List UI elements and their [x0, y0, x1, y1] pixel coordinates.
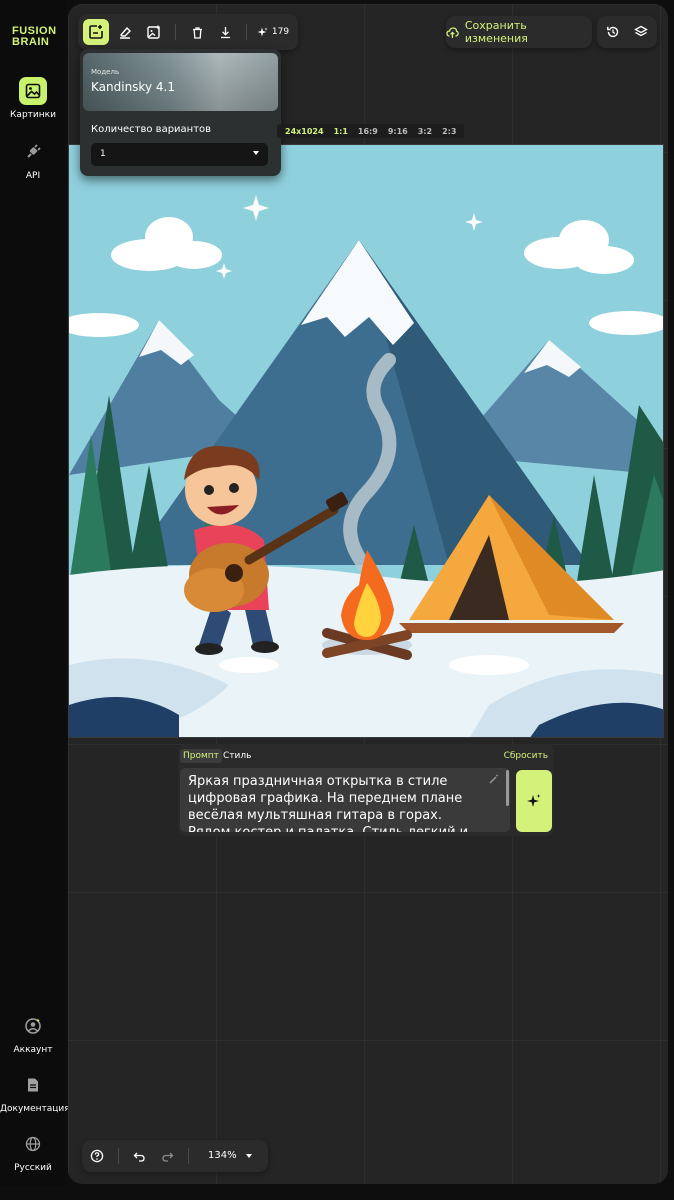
sidebar-item-language[interactable]: Русский — [0, 1130, 66, 1173]
aspect-option[interactable]: 9:16 — [383, 127, 413, 136]
new-image-icon — [89, 25, 103, 39]
eraser-button[interactable] — [112, 19, 138, 45]
sparkle-icon — [257, 27, 268, 36]
generated-image-illustration — [69, 145, 663, 737]
model-name: Kandinsky 4.1 — [91, 80, 175, 94]
aspect-option[interactable]: 2:3 — [437, 127, 461, 136]
redo-button[interactable] — [154, 1143, 180, 1169]
sidebar-item-label: Русский — [14, 1163, 52, 1173]
magic-wand-icon[interactable] — [488, 773, 500, 785]
credits-counter[interactable]: 179 — [252, 19, 294, 45]
sidebar-item-label: Документация — [0, 1104, 70, 1114]
save-changes-button[interactable]: Сохранить изменения — [446, 16, 592, 48]
variants-count-value: 1 — [100, 149, 106, 159]
sidebar: FUSION BRAIN Картинки API Аккаунт Докуме… — [0, 0, 70, 1186]
prompt-panel: Промпт Стиль Сбросить Яркая праздничная … — [178, 744, 554, 836]
redo-icon — [161, 1152, 173, 1162]
new-generation-button[interactable] — [83, 19, 109, 45]
zoom-level[interactable]: 134% — [208, 1150, 237, 1161]
sidebar-item-account[interactable]: Аккаунт — [0, 1012, 66, 1055]
sparkle-icon — [527, 794, 541, 807]
sidebar-item-label: Аккаунт — [13, 1045, 53, 1055]
cloud-upload-icon — [446, 26, 459, 38]
chevron-down-icon[interactable] — [246, 1154, 252, 1158]
toolbar-divider — [246, 24, 247, 40]
document-icon — [19, 1071, 47, 1099]
prompt-input[interactable]: Яркая праздничная открытка в стиле цифро… — [180, 768, 510, 832]
chevron-down-icon — [253, 151, 259, 155]
globe-icon — [19, 1130, 47, 1158]
image-size-label: 24x1024 — [285, 126, 324, 136]
sidebar-item-images[interactable]: Картинки — [0, 77, 66, 120]
variants-count-label: Количество вариантов — [91, 124, 212, 135]
sidebar-item-docs[interactable]: Документация — [0, 1071, 70, 1114]
sidebar-item-label: Картинки — [10, 110, 56, 120]
generated-image[interactable] — [68, 144, 664, 738]
prompt-text: Яркая праздничная открытка в стиле цифро… — [188, 774, 468, 832]
save-changes-label: Сохранить изменения — [464, 19, 528, 45]
reset-button[interactable]: Сбросить — [504, 751, 548, 761]
prompt-scrollbar[interactable] — [506, 770, 509, 806]
plug-icon — [19, 138, 47, 166]
history-icon — [607, 26, 619, 38]
bottom-toolbar: 134% — [82, 1140, 268, 1172]
image-icon — [19, 77, 47, 105]
user-icon — [19, 1012, 47, 1040]
canvas-workspace[interactable]: 179 Сохранить изменения Модель Kandinsky… — [68, 4, 668, 1184]
aspect-option[interactable]: 1:1 — [329, 127, 353, 136]
toolbar-divider — [118, 1148, 119, 1164]
aspect-ratio-bar: 24x1024 1:1 16:9 9:16 3:2 2:3 — [277, 124, 465, 138]
generate-button[interactable] — [516, 770, 552, 832]
history-button[interactable] — [600, 19, 626, 45]
sidebar-item-label: API — [25, 171, 41, 181]
editor-toolbar: 179 — [78, 14, 298, 50]
trash-icon — [192, 26, 202, 39]
variants-count-select[interactable]: 1 — [91, 143, 268, 166]
download-button[interactable] — [212, 19, 238, 45]
sidebar-item-api[interactable]: API — [0, 138, 66, 181]
delete-button[interactable] — [184, 19, 210, 45]
layers-button[interactable] — [628, 19, 654, 45]
aspect-option[interactable]: 3:2 — [413, 127, 437, 136]
toolbar-divider — [175, 24, 176, 40]
help-button[interactable] — [84, 1143, 110, 1169]
model-selector[interactable]: Модель Kandinsky 4.1 — [83, 53, 278, 111]
credits-value: 179 — [271, 27, 290, 37]
brand-line-2: BRAIN — [12, 36, 50, 48]
brand-logo[interactable]: FUSION BRAIN — [12, 26, 57, 48]
history-layers-group — [597, 16, 657, 48]
help-icon — [90, 1149, 104, 1163]
undo-button[interactable] — [126, 1143, 152, 1169]
tab-style[interactable]: Стиль — [220, 749, 254, 763]
toolbar-divider — [188, 1148, 189, 1164]
download-icon — [220, 26, 230, 38]
aspect-option[interactable]: 16:9 — [353, 127, 383, 136]
add-image-button[interactable] — [141, 19, 167, 45]
image-plus-icon — [147, 25, 160, 39]
tab-prompt[interactable]: Промпт — [180, 749, 222, 763]
layers-icon — [634, 25, 648, 37]
model-settings-panel: Модель Kandinsky 4.1 Количество варианто… — [80, 49, 281, 176]
undo-icon — [133, 1152, 145, 1162]
model-caption: Модель — [91, 68, 120, 76]
eraser-icon — [120, 26, 131, 39]
